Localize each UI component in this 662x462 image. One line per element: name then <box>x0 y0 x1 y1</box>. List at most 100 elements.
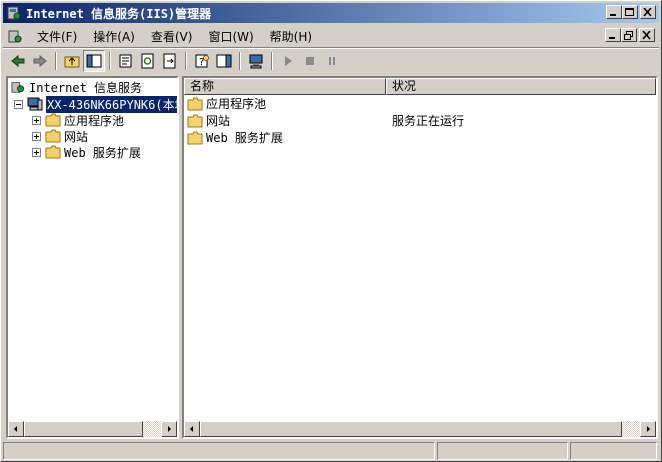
scroll-left-button[interactable] <box>8 421 24 437</box>
pause-icon <box>329 57 335 65</box>
column-header-name[interactable]: 名称 <box>184 78 386 95</box>
show-hide-action-pane-button[interactable] <box>213 50 235 72</box>
help-icon: ? <box>195 54 209 68</box>
arrow-left-icon <box>190 426 193 432</box>
iis-manager-window: Internet 信息服务(IIS)管理器 文件(F) 操作(A) 查看(V) … <box>0 0 662 462</box>
folder-icon <box>187 131 203 144</box>
menu-view[interactable]: 查看(V) <box>143 28 201 45</box>
list-item[interactable]: Web 服务扩展 <box>187 129 283 146</box>
tree-item-websites[interactable]: 网站 <box>32 128 88 144</box>
console-tree-icon <box>86 54 102 68</box>
status-bar <box>3 442 659 461</box>
action-pane-icon <box>216 54 232 68</box>
list-item-name: Web 服务扩展 <box>206 131 283 145</box>
forward-button[interactable] <box>29 50 51 72</box>
export-list-button[interactable] <box>159 50 181 72</box>
computer-icon <box>249 54 263 69</box>
tree-item-label: Web 服务扩展 <box>64 145 141 160</box>
arrow-right-icon <box>168 426 171 432</box>
scroll-track[interactable] <box>622 421 640 437</box>
menu-file[interactable]: 文件(F) <box>29 28 85 45</box>
toolbar-separator <box>55 52 57 70</box>
tree-item-web-extensions[interactable]: Web 服务扩展 <box>32 144 141 160</box>
collapse-icon[interactable] <box>14 99 23 109</box>
arrow-right-icon <box>647 426 650 432</box>
arrow-left-icon <box>11 54 25 68</box>
maximize-button[interactable] <box>622 5 638 19</box>
scroll-right-button[interactable] <box>161 421 177 437</box>
expand-icon[interactable] <box>32 115 41 125</box>
child-close-button[interactable] <box>639 28 655 42</box>
list-item[interactable]: 网站 服务正在运行 <box>187 112 464 129</box>
play-icon <box>285 56 292 66</box>
status-panel-tertiary <box>570 442 657 460</box>
folder-icon <box>187 114 203 127</box>
tree-root-label: Internet 信息服务 <box>29 80 143 95</box>
details-list[interactable]: 名称 状况 应用程序池 网站 服务正在运行 Web 服务扩展 <box>182 76 658 439</box>
iis-icon <box>6 5 22 21</box>
help-button[interactable]: ? <box>191 50 213 72</box>
toolbar-separator <box>239 52 241 70</box>
document-icon[interactable] <box>7 28 23 44</box>
stop-button[interactable] <box>299 50 321 72</box>
computer-icon <box>27 97 43 111</box>
refresh-icon <box>141 53 154 69</box>
refresh-button[interactable] <box>137 50 159 72</box>
scroll-track[interactable] <box>143 421 161 437</box>
scroll-thumb[interactable] <box>200 421 622 437</box>
arrow-right-icon <box>33 54 47 68</box>
folder-up-icon <box>64 56 80 68</box>
menu-help[interactable]: 帮助(H) <box>262 28 320 45</box>
scroll-right-button[interactable] <box>640 421 656 437</box>
list-item-name: 网站 <box>206 114 231 128</box>
tree-item-label: 网站 <box>64 129 89 144</box>
status-panel-secondary <box>437 442 568 460</box>
connect-button[interactable] <box>245 50 267 72</box>
menu-window[interactable]: 窗口(W) <box>200 28 261 45</box>
toolbar-separator <box>109 52 111 70</box>
status-panel-main <box>3 442 435 460</box>
start-button[interactable] <box>277 50 299 72</box>
toolbar-separator <box>271 52 273 70</box>
list-header: 名称 状况 <box>184 78 656 95</box>
minimize-button[interactable] <box>606 5 622 19</box>
export-icon <box>163 53 176 69</box>
properties-button[interactable] <box>115 50 137 72</box>
tree-item-app-pools[interactable]: 应用程序池 <box>32 112 124 128</box>
scroll-thumb[interactable] <box>24 421 143 437</box>
back-button[interactable] <box>7 50 29 72</box>
menu-action[interactable]: 操作(A) <box>85 28 143 45</box>
pause-button[interactable] <box>321 50 343 72</box>
folder-icon <box>45 129 61 143</box>
list-horizontal-scrollbar[interactable] <box>184 421 656 437</box>
stop-icon <box>306 57 314 65</box>
toolbar: ? <box>3 49 659 73</box>
tree-server[interactable]: XX-436NK66PYNK6(本地计 <box>14 94 177 114</box>
close-button[interactable] <box>640 5 656 19</box>
child-restore-button[interactable] <box>621 28 637 42</box>
expand-icon[interactable] <box>32 131 41 141</box>
expand-icon[interactable] <box>32 147 41 157</box>
tree-server-label: XX-436NK66PYNK6(本地计 <box>45 94 177 114</box>
column-header-status[interactable]: 状况 <box>386 78 656 95</box>
folder-icon <box>187 97 203 110</box>
arrow-left-icon <box>14 426 17 432</box>
window-title: Internet 信息服务(IIS)管理器 <box>26 6 212 21</box>
iis-icon <box>11 82 25 93</box>
folder-icon <box>45 113 61 127</box>
up-one-level-button[interactable] <box>61 50 83 72</box>
tree-item-label: 应用程序池 <box>64 113 125 128</box>
list-item-name: 应用程序池 <box>206 97 267 111</box>
child-minimize-button[interactable] <box>605 28 621 42</box>
title-bar[interactable]: Internet 信息服务(IIS)管理器 <box>3 3 659 23</box>
properties-icon <box>119 54 132 68</box>
console-tree[interactable]: Internet 信息服务 XX-436NK66PYNK6(本地计 应用程序池 … <box>6 76 179 439</box>
tree-horizontal-scrollbar[interactable] <box>8 421 177 437</box>
show-hide-tree-button[interactable] <box>83 50 105 72</box>
menu-bar: 文件(F) 操作(A) 查看(V) 窗口(W) 帮助(H) <box>3 25 659 47</box>
tree-root[interactable]: Internet 信息服务 <box>10 79 142 95</box>
scroll-left-button[interactable] <box>184 421 200 437</box>
list-item[interactable]: 应用程序池 <box>187 95 266 112</box>
toolbar-separator <box>185 52 187 70</box>
folder-icon <box>45 145 61 159</box>
